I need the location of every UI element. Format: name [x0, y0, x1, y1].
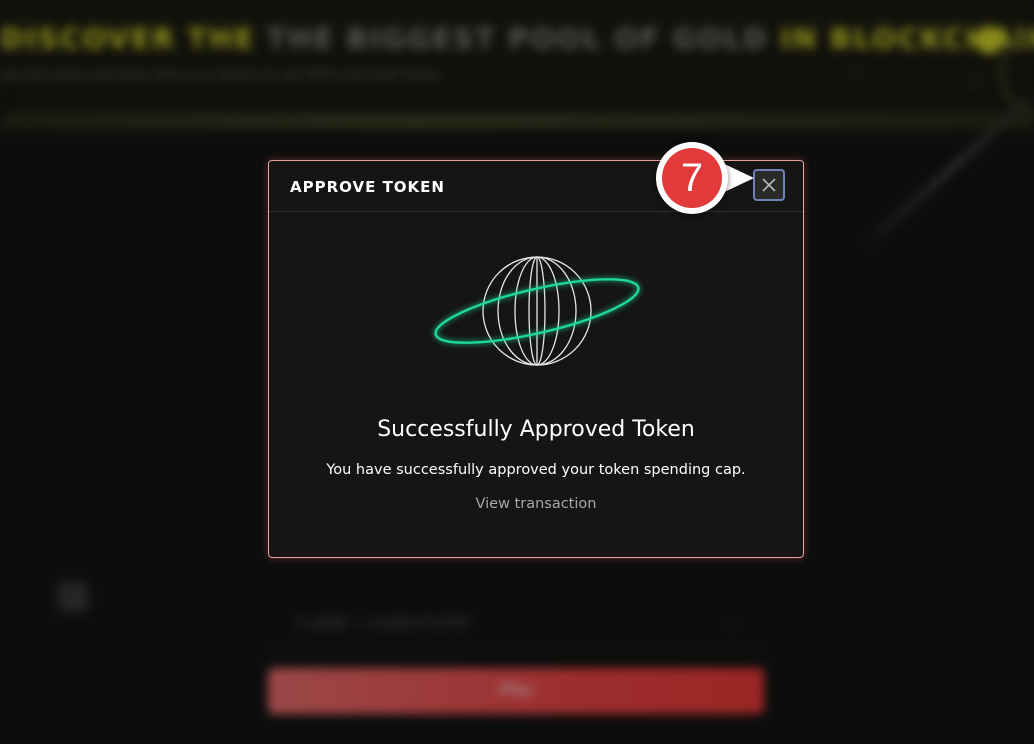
globe-ring-icon [434, 256, 640, 366]
success-title: Successfully Approved Token [377, 417, 695, 442]
success-description: You have successfully approved your toke… [326, 462, 746, 478]
approve-token-modal: APPROVE TOKEN Successfully Approved Toke… [268, 160, 804, 558]
close-icon [762, 178, 776, 192]
close-button[interactable] [753, 169, 785, 201]
modal-title: APPROVE TOKEN [290, 178, 445, 196]
step-badge: 7 [656, 142, 728, 214]
step-badge-number: 7 [662, 148, 722, 208]
view-transaction-link[interactable]: View transaction [269, 496, 803, 512]
